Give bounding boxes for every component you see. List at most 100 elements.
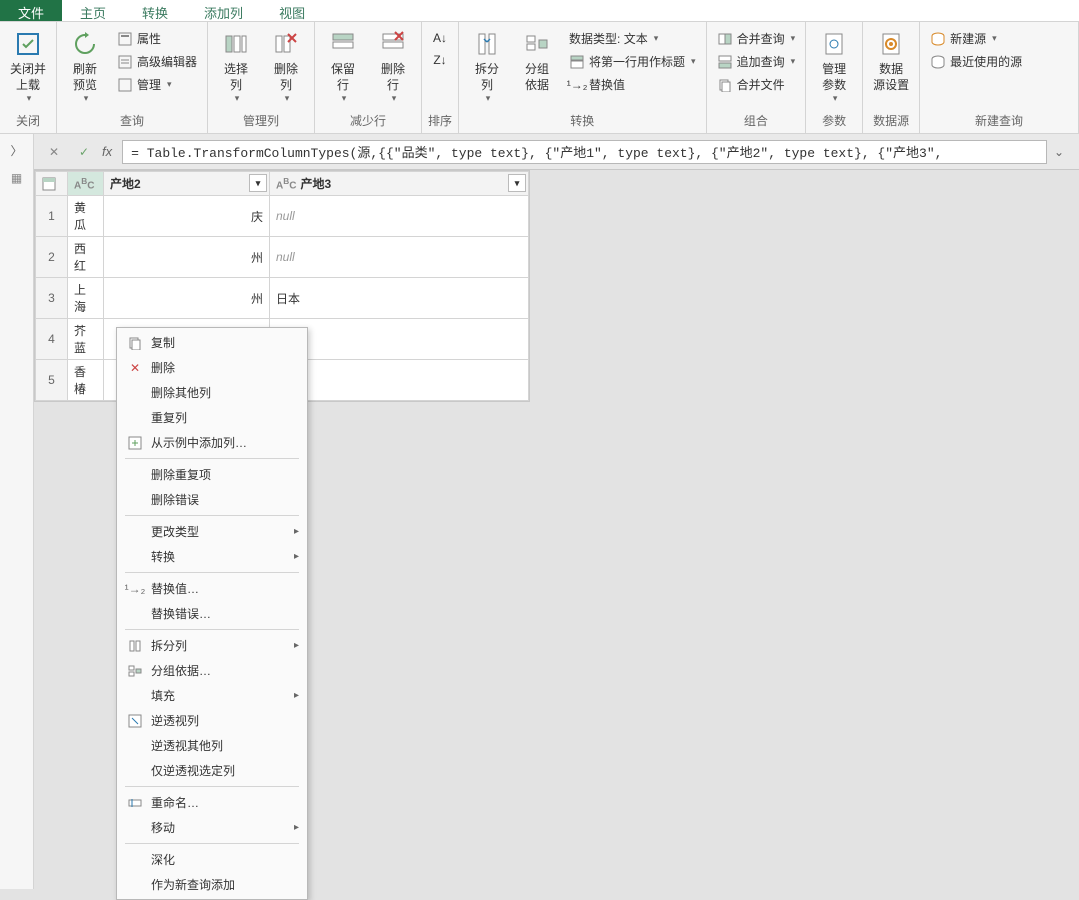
cell[interactable]: 黄瓜 bbox=[68, 196, 104, 237]
table-row[interactable]: 2西红州null bbox=[36, 237, 529, 278]
keep-rows-button[interactable]: 保留 行▾ bbox=[321, 26, 365, 107]
menu-group-by[interactable]: 分组依据… bbox=[117, 658, 307, 683]
properties-button[interactable]: 属性 bbox=[113, 28, 201, 49]
close-load-button[interactable]: 关闭并 上载▾ bbox=[6, 26, 50, 107]
cell-null[interactable]: null bbox=[269, 360, 528, 401]
copy-icon bbox=[125, 335, 145, 351]
corner-cell[interactable] bbox=[36, 172, 68, 196]
replace-icon: ¹→₂ bbox=[125, 581, 145, 597]
combine-files-button[interactable]: 合并文件 bbox=[713, 74, 800, 95]
row-number: 2 bbox=[36, 237, 68, 278]
table-row[interactable]: 3上海州日本 bbox=[36, 278, 529, 319]
datasource-settings-button[interactable]: 数据 源设置 bbox=[869, 26, 913, 95]
menu-separator bbox=[125, 572, 299, 573]
group-params-label: 参数 bbox=[812, 110, 856, 133]
first-row-headers-button[interactable]: 将第一行用作标题▾ bbox=[565, 51, 700, 72]
data-type-button[interactable]: 数据类型: 文本▾ bbox=[565, 28, 700, 49]
remove-cols-icon bbox=[270, 28, 302, 60]
menu-delete[interactable]: ✕删除 bbox=[117, 355, 307, 380]
sort-desc-button[interactable]: Z↓ bbox=[428, 50, 452, 70]
menu-replace-values[interactable]: ¹→₂替换值… bbox=[117, 576, 307, 601]
recent-sources-button[interactable]: 最近使用的源 bbox=[926, 51, 1026, 72]
column-header-origin3[interactable]: ABC 产地3 ▾ bbox=[269, 172, 528, 196]
headers-icon bbox=[569, 54, 585, 70]
table-row[interactable]: 1黄瓜庆null bbox=[36, 196, 529, 237]
menu-separator bbox=[125, 786, 299, 787]
remove-columns-button[interactable]: 删除 列▾ bbox=[264, 26, 308, 107]
cell[interactable]: 州 bbox=[104, 237, 270, 278]
group-datasource-label: 数据源 bbox=[869, 110, 913, 133]
column-header-origin2[interactable]: 产地2 ▾ bbox=[104, 172, 270, 196]
delete-icon: ✕ bbox=[125, 360, 145, 376]
cell[interactable]: 庆 bbox=[104, 196, 270, 237]
refresh-icon bbox=[69, 28, 101, 60]
formula-input[interactable]: = Table.TransformColumnTypes(源,{{"品类", t… bbox=[122, 140, 1047, 164]
tab-view[interactable]: 视图 bbox=[261, 0, 323, 21]
menu-as-new-query[interactable]: 作为新查询添加 bbox=[117, 872, 307, 897]
group-by-button[interactable]: 分组 依据 bbox=[515, 26, 559, 95]
group-close-label: 关闭 bbox=[6, 110, 50, 133]
menu-remove-duplicates[interactable]: 删除重复项 bbox=[117, 462, 307, 487]
new-source-button[interactable]: 新建源▾ bbox=[926, 28, 1026, 49]
tab-add-column[interactable]: 添加列 bbox=[186, 0, 261, 21]
append-queries-button[interactable]: 追加查询▾ bbox=[713, 51, 800, 72]
select-columns-button[interactable]: 选择 列▾ bbox=[214, 26, 258, 107]
group-new-query: 新建源▾ 最近使用的源 新建查询 bbox=[920, 22, 1079, 133]
column-header-category[interactable]: ABC bbox=[68, 172, 104, 196]
cell-null[interactable]: null bbox=[269, 237, 528, 278]
tab-file[interactable]: 文件 bbox=[0, 0, 62, 21]
menu-remove-errors[interactable]: 删除错误 bbox=[117, 487, 307, 512]
tab-home[interactable]: 主页 bbox=[62, 0, 124, 21]
group-datasource: 数据 源设置 数据源 bbox=[863, 22, 920, 133]
submenu-arrow-icon: ▸ bbox=[294, 640, 299, 651]
column-filter-button[interactable]: ▾ bbox=[249, 174, 267, 192]
refresh-preview-button[interactable]: 刷新 预览▾ bbox=[63, 26, 107, 107]
replace-values-button[interactable]: ¹→₂ 替换值 bbox=[565, 74, 700, 95]
menu-copy[interactable]: 复制 bbox=[117, 330, 307, 355]
column-filter-button[interactable]: ▾ bbox=[508, 174, 526, 192]
cell[interactable]: 芥蓝 bbox=[68, 319, 104, 360]
group-manage-cols: 选择 列▾ 删除 列▾ 管理列 bbox=[208, 22, 315, 133]
fx-icon: fx bbox=[102, 144, 112, 159]
menu-transform[interactable]: 转换▸ bbox=[117, 544, 307, 569]
advanced-editor-button[interactable]: 高级编辑器 bbox=[113, 51, 201, 72]
menu-replace-errors[interactable]: 替换错误… bbox=[117, 601, 307, 626]
menu-fill[interactable]: 填充▸ bbox=[117, 683, 307, 708]
group-icon bbox=[125, 663, 145, 679]
menu-change-type[interactable]: 更改类型▸ bbox=[117, 519, 307, 544]
menu-unpivot[interactable]: 逆透视列 bbox=[117, 708, 307, 733]
menu-unpivot-other[interactable]: 逆透视其他列 bbox=[117, 733, 307, 758]
tab-transform[interactable]: 转换 bbox=[124, 0, 186, 21]
text-type-icon: ABC bbox=[276, 176, 296, 191]
cell[interactable]: 香椿 bbox=[68, 360, 104, 401]
formula-commit-button[interactable]: ✓ bbox=[72, 140, 96, 164]
queries-icon: ▦ bbox=[10, 171, 24, 185]
menu-rename[interactable]: 重命名… bbox=[117, 790, 307, 815]
menu-duplicate[interactable]: 重复列 bbox=[117, 405, 307, 430]
manage-button[interactable]: 管理▾ bbox=[113, 74, 201, 95]
menu-move[interactable]: 移动▸ bbox=[117, 815, 307, 840]
queries-pane-collapsed[interactable]: 〉 ▦ bbox=[0, 134, 34, 889]
close-load-icon bbox=[12, 28, 44, 60]
formula-expand-button[interactable]: ⌄ bbox=[1047, 145, 1071, 159]
cell-null[interactable]: null bbox=[269, 319, 528, 360]
cell[interactable]: 日本 bbox=[269, 278, 528, 319]
cell-null[interactable]: null bbox=[269, 196, 528, 237]
menu-delete-other[interactable]: 删除其他列 bbox=[117, 380, 307, 405]
menu-drill-down[interactable]: 深化 bbox=[117, 847, 307, 872]
submenu-arrow-icon: ▸ bbox=[294, 690, 299, 701]
cell[interactable]: 州 bbox=[104, 278, 270, 319]
remove-rows-button[interactable]: 删除 行▾ bbox=[371, 26, 415, 107]
cell[interactable]: 上海 bbox=[68, 278, 104, 319]
text-type-icon: ABC bbox=[74, 176, 94, 191]
menu-split-column[interactable]: 拆分列▸ bbox=[117, 633, 307, 658]
split-column-button[interactable]: 拆分 列▾ bbox=[465, 26, 509, 107]
formula-cancel-button[interactable]: ✕ bbox=[42, 140, 66, 164]
menu-unpivot-selected[interactable]: 仅逆透视选定列 bbox=[117, 758, 307, 783]
manage-params-button[interactable]: 管理 参数▾ bbox=[812, 26, 856, 107]
split-icon bbox=[125, 638, 145, 654]
sort-asc-button[interactable]: A↓ bbox=[428, 28, 452, 48]
menu-add-from-example[interactable]: 从示例中添加列… bbox=[117, 430, 307, 455]
cell[interactable]: 西红 bbox=[68, 237, 104, 278]
merge-queries-button[interactable]: 合并查询▾ bbox=[713, 28, 800, 49]
